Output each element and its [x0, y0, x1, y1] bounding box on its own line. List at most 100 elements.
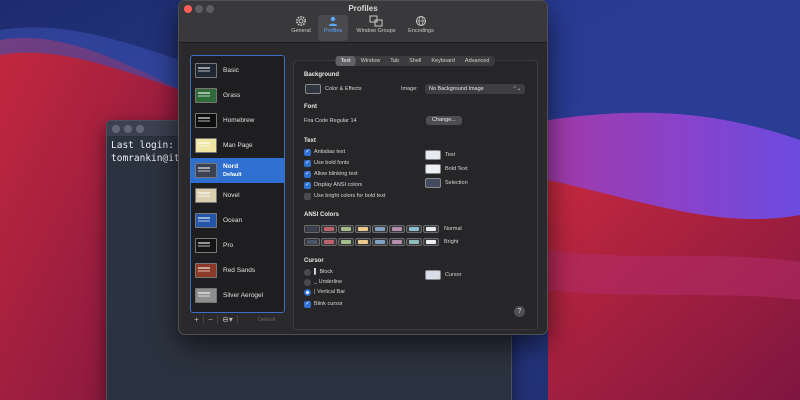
ansi-colors-checkbox[interactable]: ✓: [304, 182, 311, 189]
tab-window[interactable]: Window: [356, 56, 386, 66]
font-value: Fira Code Regular 14: [304, 118, 357, 124]
ansi-color-chip: [307, 227, 317, 231]
background-image-value: No Background Image: [429, 86, 484, 92]
font-section-title: Font: [304, 104, 317, 110]
ansi-normal-color-swatch[interactable]: [304, 225, 320, 233]
profile-item[interactable]: Novel: [191, 183, 284, 208]
ansi-normal-color-swatch[interactable]: [423, 225, 439, 233]
ansi-color-chip: [392, 240, 402, 244]
ansi-bright-color-swatch[interactable]: [355, 238, 371, 246]
add-profile-button[interactable]: +: [190, 315, 204, 324]
ansi-section-title: ANSI Colors: [304, 212, 340, 218]
ansi-bright-color-swatch[interactable]: [406, 238, 422, 246]
zoom-window-button[interactable]: [136, 125, 144, 133]
ansi-bright-color-swatch[interactable]: [338, 238, 354, 246]
profile-name: Silver Aerogel: [223, 291, 264, 299]
profile-name: Ocean: [223, 216, 243, 224]
close-window-button[interactable]: [112, 125, 120, 133]
bold-text-color-swatch[interactable]: [425, 164, 441, 174]
ansi-normal-color-swatch[interactable]: [321, 225, 337, 233]
profiles-preferences-window: Profiles General Profiles Window Groups: [178, 0, 548, 335]
ansi-color-chip: [358, 227, 368, 231]
cursor-section-title: Cursor: [304, 258, 324, 264]
tab-keyboard[interactable]: Keyboard: [426, 56, 460, 66]
profile-thumbnail: [195, 63, 217, 78]
ansi-bright-color-swatch[interactable]: [372, 238, 388, 246]
profile-thumbnail: [195, 163, 217, 178]
cursor-block-radio[interactable]: [304, 269, 311, 276]
toolbar-label: Window Groups: [356, 28, 396, 34]
underline-cursor-glyph: _: [314, 279, 318, 285]
cursor-underline-radio[interactable]: [304, 279, 311, 286]
blink-cursor-checkbox[interactable]: ✓: [304, 301, 311, 308]
change-font-button[interactable]: Change...: [426, 116, 462, 125]
tab-text[interactable]: Text: [335, 56, 356, 66]
ansi-color-chip: [324, 227, 334, 231]
tab-tab[interactable]: Tab: [385, 56, 404, 66]
profile-list[interactable]: Basic Grass Homebrew Man Page Nord Defaul…: [190, 55, 285, 313]
profile-thumbnail: [195, 213, 217, 228]
text-color-swatch[interactable]: [425, 150, 441, 160]
profile-item[interactable]: Basic: [191, 58, 284, 83]
help-button[interactable]: ?: [514, 306, 525, 317]
toolbar-general-button[interactable]: General: [287, 15, 315, 41]
window-title: Profiles: [348, 4, 378, 13]
ansi-bright-label: Bright: [444, 239, 459, 245]
profile-actions-menu-button[interactable]: ⊖▾: [218, 315, 238, 324]
minimize-window-button[interactable]: [124, 125, 132, 133]
toolbar-window-groups-button[interactable]: Window Groups: [351, 15, 401, 41]
tab-advanced[interactable]: Advanced: [460, 56, 494, 66]
ansi-bright-color-swatch[interactable]: [389, 238, 405, 246]
background-image-select[interactable]: No Background Image ⌃⌄: [425, 84, 525, 94]
background-color-swatch[interactable]: [305, 84, 321, 94]
ansi-normal-color-swatch[interactable]: [406, 225, 422, 233]
ansi-color-chip: [392, 227, 402, 231]
ansi-normal-color-swatch[interactable]: [389, 225, 405, 233]
profile-thumbnail: [195, 188, 217, 203]
toolbar-profiles-button[interactable]: Profiles: [318, 15, 348, 41]
bold-text-color-label: Bold Text: [445, 166, 468, 172]
profile-name: Pro: [223, 241, 234, 249]
cursor-color-swatch[interactable]: [425, 270, 441, 280]
ansi-bright-color-swatch[interactable]: [423, 238, 439, 246]
cursor-underline-text: Underline: [318, 279, 343, 285]
cursor-vertical-bar-text: Vertical Bar: [316, 289, 346, 295]
ansi-color-chip: [375, 227, 385, 231]
profile-item[interactable]: Red Sands: [191, 258, 284, 283]
antialias-checkbox[interactable]: ✓: [304, 149, 311, 156]
profile-name: Nord Default: [223, 163, 242, 179]
ansi-color-chip: [426, 240, 436, 244]
chevron-updown-icon: ⌃⌄: [512, 86, 521, 92]
bright-bold-checkbox[interactable]: [304, 193, 311, 200]
remove-profile-button[interactable]: −: [204, 315, 218, 324]
selection-color-swatch[interactable]: [425, 178, 441, 188]
ansi-color-chip: [307, 240, 317, 244]
ansi-bright-color-swatch[interactable]: [321, 238, 337, 246]
profile-thumbnail: [195, 263, 217, 278]
toolbar-encodings-button[interactable]: Encodings: [404, 15, 438, 41]
cursor-vertical-bar-radio[interactable]: [304, 289, 311, 296]
profile-name-text: Nord: [223, 162, 239, 170]
profile-item[interactable]: Pro: [191, 233, 284, 258]
ansi-bright-color-swatch[interactable]: [304, 238, 320, 246]
profile-thumbnail: [195, 113, 217, 128]
profile-list-footer: + − ⊖▾ Default: [190, 314, 285, 325]
profile-item[interactable]: Homebrew: [191, 108, 284, 133]
ansi-normal-color-swatch[interactable]: [372, 225, 388, 233]
profile-item[interactable]: Man Page: [191, 133, 284, 158]
profile-item-selected[interactable]: Nord Default: [191, 158, 284, 183]
ansi-normal-color-swatch[interactable]: [338, 225, 354, 233]
tab-shell[interactable]: Shell: [404, 56, 426, 66]
profile-item[interactable]: Ocean: [191, 208, 284, 233]
profile-item[interactable]: Grass: [191, 83, 284, 108]
bold-fonts-checkbox[interactable]: ✓: [304, 160, 311, 167]
profile-item[interactable]: Silver Aerogel: [191, 283, 284, 308]
preferences-toolbar: Profiles General Profiles Window Groups: [179, 1, 547, 43]
ansi-color-chip: [375, 240, 385, 244]
set-default-button[interactable]: Default: [258, 317, 275, 323]
blinking-text-checkbox[interactable]: ✓: [304, 171, 311, 178]
ansi-normal-color-swatch[interactable]: [355, 225, 371, 233]
cursor-underline-label: _ Underline: [314, 279, 342, 285]
default-profile-badge: Default: [223, 171, 242, 178]
vertical-bar-cursor-glyph: |: [314, 289, 316, 295]
